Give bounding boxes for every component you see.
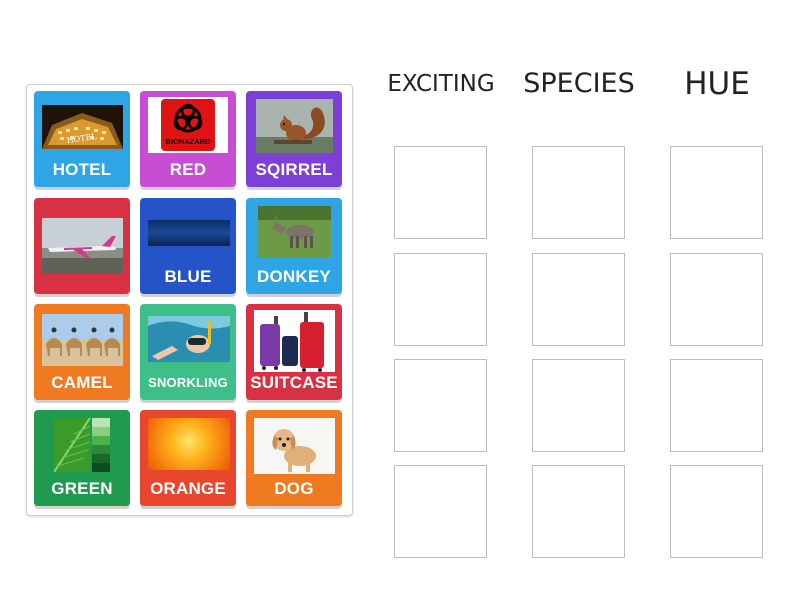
camels-image: [42, 314, 123, 366]
card-label: GREEN: [51, 479, 113, 498]
card-orange[interactable]: ORANGE: [140, 410, 236, 506]
card-label: CAMEL: [51, 373, 113, 392]
card-label: RED: [169, 160, 207, 179]
card-blue[interactable]: BLUE: [140, 198, 236, 294]
card-squirrel[interactable]: SQIRREL: [246, 91, 342, 187]
column-title-hue: HUE: [684, 66, 750, 102]
snorkeling-image: [148, 316, 230, 362]
card-donkey[interactable]: DONKEY: [246, 198, 342, 294]
column-title-exciting: EXCITING: [387, 71, 495, 97]
card-airplane[interactable]: [34, 198, 130, 294]
column-title-species: SPECIES: [523, 68, 635, 99]
drop-slot[interactable]: [670, 465, 763, 558]
card-label: DOG: [274, 479, 314, 498]
blue-swatch-image: [148, 220, 230, 246]
card-dog[interactable]: DOG: [246, 410, 342, 506]
drop-slot[interactable]: [394, 359, 487, 452]
card-red[interactable]: BIOHAZARD RED: [140, 91, 236, 187]
drop-slot[interactable]: [670, 359, 763, 452]
card-suitcase[interactable]: SUITCASE: [246, 304, 342, 400]
card-label: ORANGE: [150, 479, 226, 498]
biohazard-sign-text: BIOHAZARD: [166, 137, 212, 146]
drop-slot[interactable]: [394, 465, 487, 558]
puppy-image: [254, 418, 335, 474]
drop-slot[interactable]: [532, 146, 625, 239]
drop-slot[interactable]: [670, 146, 763, 239]
card-snorkling[interactable]: SNORKLING: [140, 304, 236, 400]
drop-slot[interactable]: [670, 253, 763, 346]
suitcases-image: [254, 310, 335, 372]
orange-swatch-image: [148, 418, 230, 470]
hotel-image: HOTEL: [42, 105, 123, 149]
card-camel[interactable]: CAMEL: [34, 304, 130, 400]
drop-slot[interactable]: [394, 146, 487, 239]
green-swatch-image: [54, 418, 110, 472]
biohazard-icon: BIOHAZARD: [148, 97, 228, 153]
drop-slot[interactable]: [532, 465, 625, 558]
card-hotel[interactable]: HOTEL HOTEL: [34, 91, 130, 187]
drop-slot[interactable]: [532, 253, 625, 346]
card-label: DONKEY: [257, 267, 331, 286]
card-label: SQIRREL: [255, 160, 333, 179]
drop-slot[interactable]: [394, 253, 487, 346]
card-label: SUITCASE: [250, 373, 338, 392]
airplane-image: [42, 218, 123, 274]
card-label: SNORKLING: [148, 375, 228, 390]
card-green[interactable]: GREEN: [34, 410, 130, 506]
card-label: HOTEL: [52, 160, 112, 179]
card-label: BLUE: [164, 267, 212, 286]
squirrel-image: [256, 99, 333, 153]
drop-slot[interactable]: [532, 359, 625, 452]
donkey-image: [258, 206, 331, 258]
